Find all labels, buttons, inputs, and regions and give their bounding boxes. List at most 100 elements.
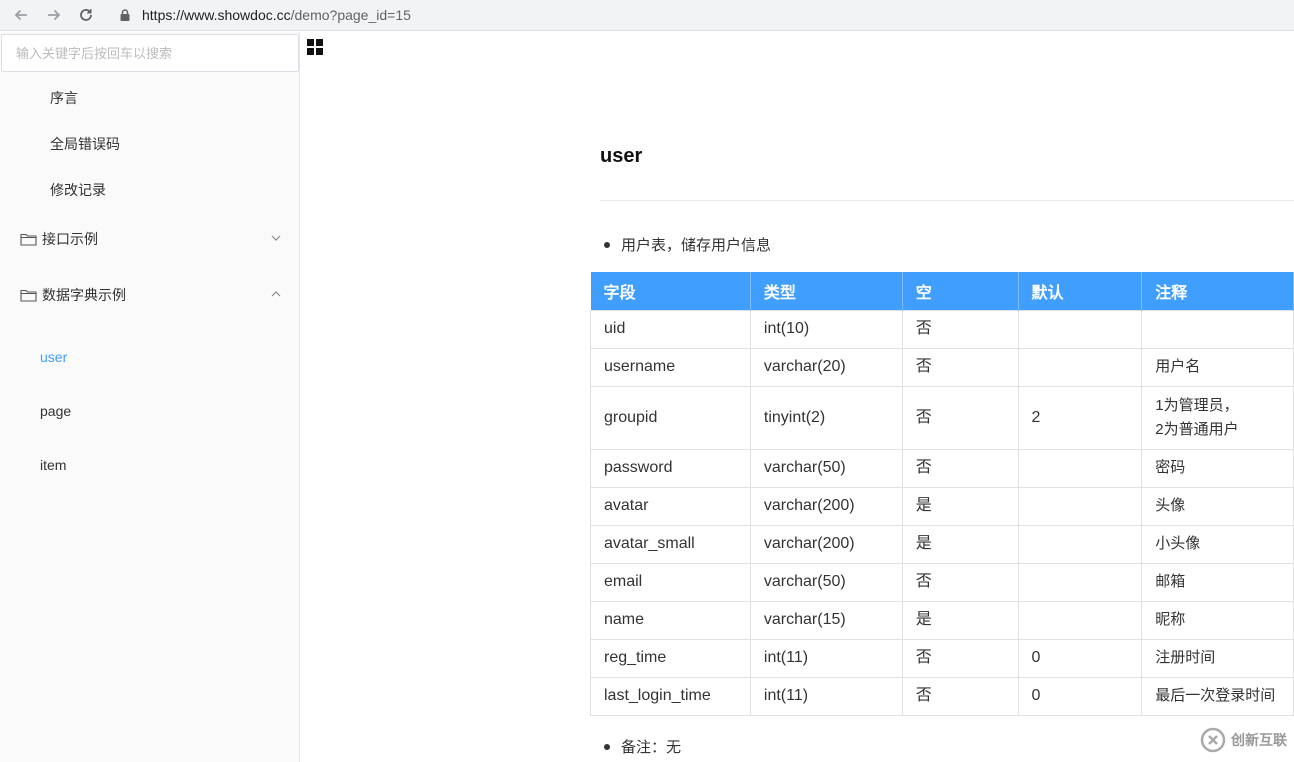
cell-comment: 昵称 <box>1141 600 1294 640</box>
watermark-logo-icon <box>1200 727 1226 753</box>
bullet-dot <box>604 241 610 248</box>
column-header-nullable: 空 <box>902 272 1019 310</box>
catalog-toggle-icon[interactable] <box>307 39 323 55</box>
cell-type: int(10) <box>749 309 903 349</box>
table-row: name varchar(15) 是 昵称 <box>590 600 1294 640</box>
table-row: last_login_time int(11) 否 0 最后一次登录时间 <box>590 676 1294 716</box>
column-header-default: 默认 <box>1018 272 1143 310</box>
cell-nullable: 否 <box>901 638 1019 678</box>
cell-nullable: 否 <box>901 676 1019 716</box>
description-text: 用户表，储存用户信息 <box>621 237 772 254</box>
cell-nullable: 否 <box>901 347 1019 387</box>
lock-icon <box>120 9 130 21</box>
forward-button[interactable] <box>42 3 66 27</box>
sidebar-item-user[interactable]: user <box>40 349 67 365</box>
folder-icon <box>20 289 37 302</box>
cell-comment: 密码 <box>1141 448 1294 488</box>
cell-type: varchar(20) <box>749 347 903 387</box>
back-button[interactable] <box>9 3 33 27</box>
table-header-row: 字段 类型 空 默认 注释 <box>590 272 1294 310</box>
url-path: /demo?page_id=15 <box>290 7 411 23</box>
cell-field: reg_time <box>590 638 751 678</box>
browser-toolbar: https://www.showdoc.cc/demo?page_id=15 <box>0 0 1294 31</box>
cell-default <box>1017 600 1143 640</box>
chevron-down-icon <box>271 235 281 241</box>
column-header-type: 类型 <box>750 272 903 310</box>
cell-comment: 注册时间 <box>1141 638 1294 678</box>
cell-field: avatar <box>590 486 751 526</box>
column-header-comment: 注释 <box>1141 272 1294 310</box>
sidebar-folder-api-examples[interactable]: 接口示例 <box>20 229 282 249</box>
cell-comment: 头像 <box>1141 486 1294 526</box>
sidebar-folder-label: 数据字典示例 <box>42 287 126 303</box>
cell-nullable: 否 <box>901 385 1019 450</box>
cell-type: varchar(50) <box>749 562 903 602</box>
reload-icon <box>80 9 92 21</box>
cell-comment: 邮箱 <box>1141 562 1294 602</box>
cell-default <box>1017 524 1143 564</box>
cell-field: groupid <box>590 385 751 450</box>
remark-item: 备注：无 <box>604 736 681 757</box>
sidebar-folder-label: 接口示例 <box>42 231 98 247</box>
cell-field: uid <box>590 309 751 349</box>
cell-type: varchar(200) <box>749 486 903 526</box>
table-row: email varchar(50) 否 邮箱 <box>590 562 1294 602</box>
cell-type: int(11) <box>749 638 903 678</box>
table-row: avatar_small varchar(200) 是 小头像 <box>590 524 1294 564</box>
address-bar[interactable]: https://www.showdoc.cc/demo?page_id=15 <box>108 2 1294 28</box>
cell-type: varchar(15) <box>749 600 903 640</box>
sidebar-item-item[interactable]: item <box>40 457 66 473</box>
search-input[interactable] <box>1 34 299 72</box>
url-text: https://www.showdoc.cc/demo?page_id=15 <box>142 7 411 23</box>
cell-type: varchar(50) <box>749 448 903 488</box>
cell-default <box>1017 347 1143 387</box>
sidebar-item-global-error-codes[interactable]: 全局错误码 <box>50 134 120 154</box>
folder-icon <box>20 233 37 246</box>
cell-default <box>1017 486 1143 526</box>
cell-type: varchar(200) <box>749 524 903 564</box>
sidebar-item-page[interactable]: page <box>40 403 71 419</box>
table-row: username varchar(20) 否 用户名 <box>590 347 1294 387</box>
table-row: avatar varchar(200) 是 头像 <box>590 486 1294 526</box>
page-title: user <box>600 145 643 167</box>
cell-field: password <box>590 448 751 488</box>
cell-nullable: 是 <box>901 486 1019 526</box>
chevron-up-icon <box>271 291 281 297</box>
reload-button[interactable] <box>74 3 98 27</box>
cell-type: tinyint(2) <box>749 385 903 450</box>
cell-default: 0 <box>1017 676 1143 716</box>
cell-nullable: 是 <box>901 600 1019 640</box>
sidebar-item-preface[interactable]: 序言 <box>50 88 78 108</box>
cell-default <box>1017 448 1143 488</box>
cell-nullable: 是 <box>901 524 1019 564</box>
table-row: groupid tinyint(2) 否 2 1为管理员， 2为普通用户 <box>590 385 1294 450</box>
url-host: https://www.showdoc.cc <box>142 7 291 23</box>
arrow-left-icon <box>14 9 27 21</box>
column-header-field: 字段 <box>590 272 751 310</box>
table-row: reg_time int(11) 否 0 注册时间 <box>590 638 1294 678</box>
table-row: uid int(10) 否 <box>590 309 1294 349</box>
cell-default: 0 <box>1017 638 1143 678</box>
cell-field: username <box>590 347 751 387</box>
sidebar-item-changelog[interactable]: 修改记录 <box>50 180 106 200</box>
cell-field: avatar_small <box>590 524 751 564</box>
cell-type: int(11) <box>749 676 903 716</box>
cell-field: last_login_time <box>590 676 751 716</box>
cell-comment: 最后一次登录时间 <box>1141 676 1294 716</box>
bullet-dot <box>604 743 610 750</box>
cell-default: 2 <box>1017 385 1143 450</box>
cell-comment <box>1141 309 1294 349</box>
sidebar-folder-data-dictionary[interactable]: 数据字典示例 <box>20 285 282 305</box>
cell-comment: 1为管理员， 2为普通用户 <box>1141 385 1294 450</box>
description-item: 用户表，储存用户信息 <box>604 234 771 255</box>
cell-nullable: 否 <box>901 448 1019 488</box>
cell-field: name <box>590 600 751 640</box>
cell-comment: 小头像 <box>1141 524 1294 564</box>
arrow-right-icon <box>48 9 61 21</box>
remark-text: 备注：无 <box>621 739 682 756</box>
cell-nullable: 否 <box>901 309 1019 349</box>
cell-default <box>1017 309 1143 349</box>
cell-comment: 用户名 <box>1141 347 1294 387</box>
cell-default <box>1017 562 1143 602</box>
sidebar: 序言 全局错误码 修改记录 接口示例 数据字典示例 user page item <box>0 32 300 762</box>
